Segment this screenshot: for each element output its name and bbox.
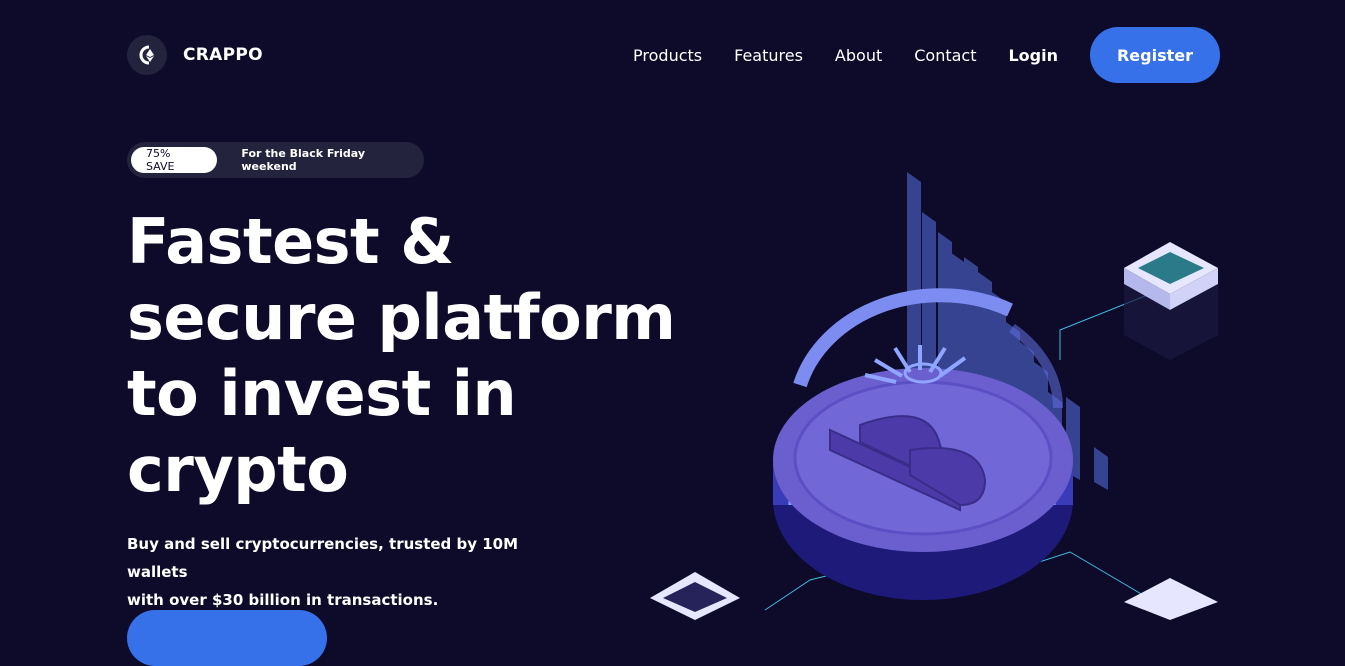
hero-title-line: crypto bbox=[127, 433, 349, 506]
ethereum-coin-icon bbox=[127, 35, 167, 75]
register-button[interactable]: Register bbox=[1090, 27, 1220, 83]
login-link[interactable]: Login bbox=[1008, 46, 1058, 65]
hero-title: Fastest & secure platform to invest in c… bbox=[127, 204, 687, 508]
main-nav: Products Features About Contact Login Re… bbox=[633, 27, 1220, 83]
promo-badge: 75% SAVE bbox=[131, 147, 218, 173]
hero-title-line: secure platform bbox=[127, 281, 676, 354]
nav-link-about[interactable]: About bbox=[835, 46, 882, 65]
bitcoin-coin-icon bbox=[650, 172, 1218, 620]
hero-subtitle-line: with over $30 billion in transactions. bbox=[127, 591, 439, 609]
nav-link-contact[interactable]: Contact bbox=[914, 46, 976, 65]
nav-link-products[interactable]: Products bbox=[633, 46, 702, 65]
hero-cta-button[interactable] bbox=[127, 610, 327, 666]
promo-text: For the Black Friday weekend bbox=[241, 147, 366, 173]
nav-link-features[interactable]: Features bbox=[734, 46, 803, 65]
hero-title-line: to invest in bbox=[127, 357, 517, 430]
promo-pill[interactable]: 75% SAVE For the Black Friday weekend bbox=[127, 142, 424, 178]
hero-illustration bbox=[630, 160, 1250, 620]
hero-subtitle-line: Buy and sell cryptocurrencies, trusted b… bbox=[127, 535, 519, 581]
hero-title-line: Fastest & bbox=[127, 205, 454, 278]
hero-subtitle: Buy and sell cryptocurrencies, trusted b… bbox=[127, 530, 557, 614]
brand-name: CRAPPO bbox=[183, 45, 263, 65]
brand-logo[interactable]: CRAPPO bbox=[127, 35, 263, 75]
